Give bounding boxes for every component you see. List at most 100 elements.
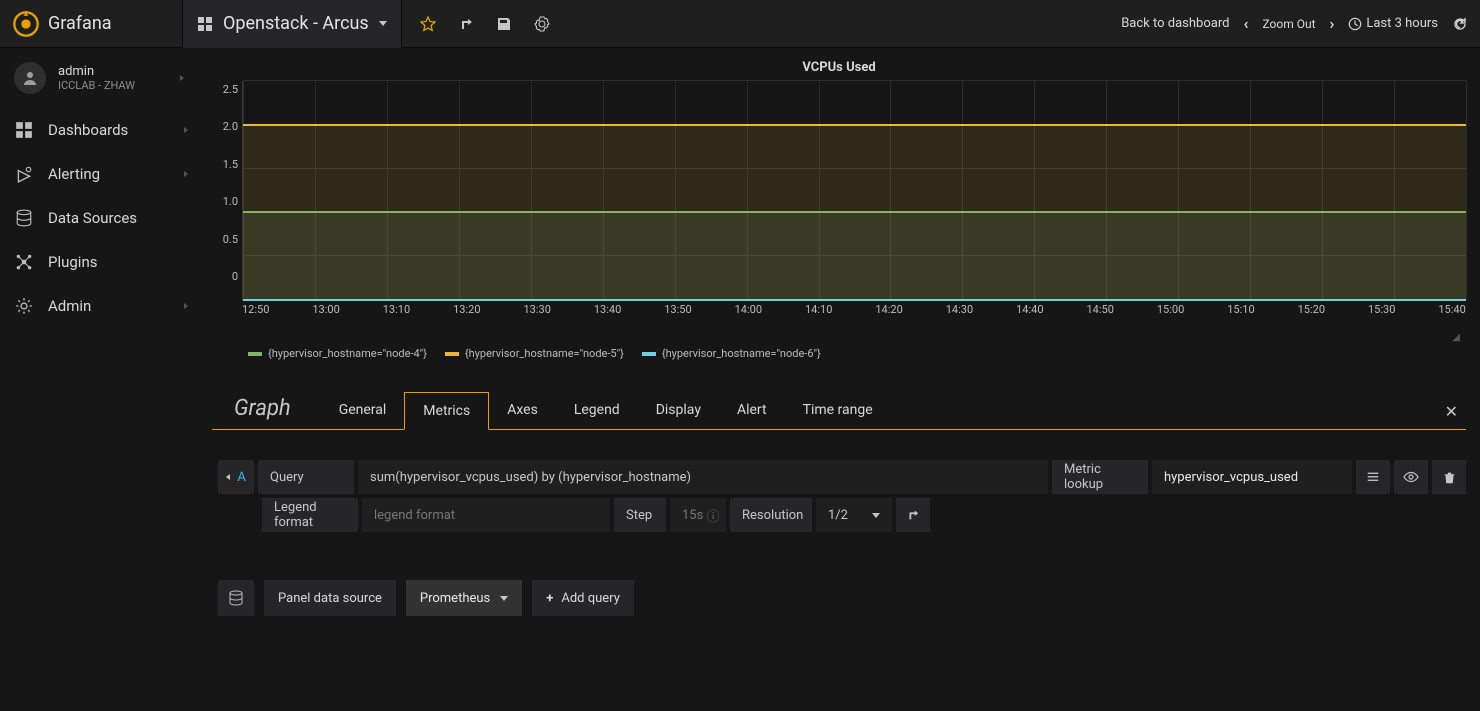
dashboard-title: Openstack - Arcus [223, 13, 369, 34]
dashboards-icon [14, 120, 34, 140]
query-toggle[interactable]: A [218, 460, 254, 494]
sidebar-item-plugins[interactable]: Plugins [0, 240, 198, 284]
time-forward-button[interactable]: › [1330, 14, 1335, 33]
time-range-picker[interactable]: Last 3 hours [1348, 16, 1438, 31]
metric-lookup-input[interactable]: hypervisor_vcpus_used [1152, 460, 1352, 494]
sidebar-item-label: Dashboards [48, 121, 128, 139]
star-icon[interactable] [420, 16, 436, 32]
user-name: admin [58, 64, 135, 79]
gear-icon [14, 296, 34, 316]
x-tick: 15:00 [1157, 303, 1184, 316]
sidebar-item-label: Admin [48, 297, 91, 315]
x-tick: 14:10 [805, 303, 832, 316]
query-row: A Query sum(hypervisor_vcpus_used) by (h… [218, 460, 1466, 494]
dashboard-icon [197, 16, 213, 32]
x-tick: 14:50 [1087, 303, 1114, 316]
add-query-button[interactable]: +Add query [532, 580, 634, 616]
zoom-out-button[interactable]: Zoom Out [1262, 17, 1315, 31]
resolution-select[interactable]: 1/2 [816, 498, 892, 532]
sidebar-item-admin[interactable]: Admin [0, 284, 198, 328]
sidebar-item-label: Data Sources [48, 209, 137, 227]
close-editor-button[interactable]: ✕ [1445, 402, 1458, 429]
user-org: ICCLAB - ZHAW [58, 79, 135, 92]
x-tick: 14:20 [875, 303, 902, 316]
query-menu-button[interactable] [1356, 460, 1390, 494]
query-visibility-button[interactable] [1394, 460, 1428, 494]
step-input[interactable]: 15s ⓘ [670, 498, 726, 532]
tab-display[interactable]: Display [638, 392, 719, 429]
query-input[interactable]: sum(hypervisor_vcpus_used) by (hyperviso… [358, 460, 1048, 494]
time-back-button[interactable]: ‹ [1243, 14, 1248, 33]
sidebar-item-label: Plugins [48, 253, 97, 271]
resize-handle-icon[interactable]: ◢ [1452, 332, 1460, 343]
chevron-right-icon [184, 303, 188, 309]
x-tick: 12:50 [242, 303, 269, 316]
panel-type-label: Graph [212, 396, 321, 429]
x-tick: 13:00 [312, 303, 339, 316]
y-tick: 2.5 [223, 83, 238, 96]
metric-lookup-label: Metric lookup [1052, 460, 1148, 494]
tab-axes[interactable]: Axes [489, 392, 556, 429]
chevron-right-icon [184, 127, 188, 133]
tab-time-range[interactable]: Time range [785, 392, 891, 429]
gear-icon[interactable] [534, 16, 550, 32]
datasource-row: Panel data source Prometheus +Add query [212, 580, 1466, 616]
chevron-right-icon [180, 75, 184, 81]
sidebar: admin ICCLAB - ZHAW Dashboards Alerting … [0, 48, 198, 711]
save-icon[interactable] [496, 16, 512, 32]
y-tick: 0 [232, 270, 238, 283]
sidebar-item-label: Alerting [48, 165, 100, 183]
legend-item[interactable]: {hypervisor_hostname="node-5"} [445, 347, 624, 360]
editor-tabs: GeneralMetricsAxesLegendDisplayAlertTime… [321, 392, 891, 429]
panel-datasource-label: Panel data source [264, 580, 396, 616]
y-tick: 0.5 [223, 233, 238, 246]
legend-format-label: Legend format [262, 498, 358, 532]
query-editor: A Query sum(hypervisor_vcpus_used) by (h… [212, 460, 1466, 532]
tab-alert[interactable]: Alert [719, 392, 785, 429]
y-axis: 2.52.01.51.00.50 [212, 81, 242, 301]
legend-item[interactable]: {hypervisor_hostname="node-4"} [248, 347, 427, 360]
x-tick: 14:40 [1016, 303, 1043, 316]
x-tick: 13:40 [594, 303, 621, 316]
plot-area[interactable] [242, 81, 1466, 301]
y-tick: 2.0 [223, 120, 238, 133]
grafana-logo-icon [12, 10, 40, 38]
legend-item[interactable]: {hypervisor_hostname="node-6"} [642, 347, 821, 360]
main: VCPUs Used 2.52.01.51.00.50 12:5013:0013… [198, 48, 1480, 711]
chart: 2.52.01.51.00.50 12:5013:0013:1013:2013:… [212, 81, 1466, 341]
tab-legend[interactable]: Legend [556, 392, 638, 429]
tab-general[interactable]: General [321, 392, 405, 429]
legend-swatch [445, 352, 459, 356]
y-tick: 1.5 [223, 158, 238, 171]
sidebar-item-datasources[interactable]: Data Sources [0, 196, 198, 240]
dashboard-picker[interactable]: Openstack - Arcus [182, 0, 402, 48]
alerting-icon [14, 164, 34, 184]
avatar [14, 62, 46, 94]
back-to-dashboard-link[interactable]: Back to dashboard [1121, 16, 1229, 31]
x-tick: 13:10 [383, 303, 410, 316]
legend-format-input[interactable]: legend format [362, 498, 610, 532]
query-link-button[interactable] [896, 498, 930, 532]
database-icon [218, 580, 254, 616]
query-options-row: Legend format legend format Step 15s ⓘ R… [218, 498, 1466, 532]
sidebar-item-alerting[interactable]: Alerting [0, 152, 198, 196]
legend-swatch [642, 352, 656, 356]
database-icon [14, 208, 34, 228]
x-tick: 14:00 [735, 303, 762, 316]
panel-datasource-select[interactable]: Prometheus [406, 580, 522, 616]
panel-title[interactable]: VCPUs Used [212, 58, 1466, 81]
sidebar-item-dashboards[interactable]: Dashboards [0, 108, 198, 152]
brand[interactable]: Grafana [12, 10, 182, 38]
x-tick: 13:30 [524, 303, 551, 316]
x-tick: 15:10 [1227, 303, 1254, 316]
x-tick: 14:30 [946, 303, 973, 316]
chart-legend: {hypervisor_hostname="node-4"} {hyperviso… [212, 341, 1466, 360]
query-delete-button[interactable] [1432, 460, 1466, 494]
refresh-icon[interactable] [1452, 16, 1468, 32]
tab-metrics[interactable]: Metrics [404, 392, 489, 430]
sidebar-user[interactable]: admin ICCLAB - ZHAW [0, 48, 198, 108]
query-label: Query [258, 460, 354, 494]
share-icon[interactable] [458, 16, 474, 32]
topbar: Grafana Openstack - Arcus Back to dashbo… [0, 0, 1480, 48]
brand-text: Grafana [48, 13, 112, 34]
